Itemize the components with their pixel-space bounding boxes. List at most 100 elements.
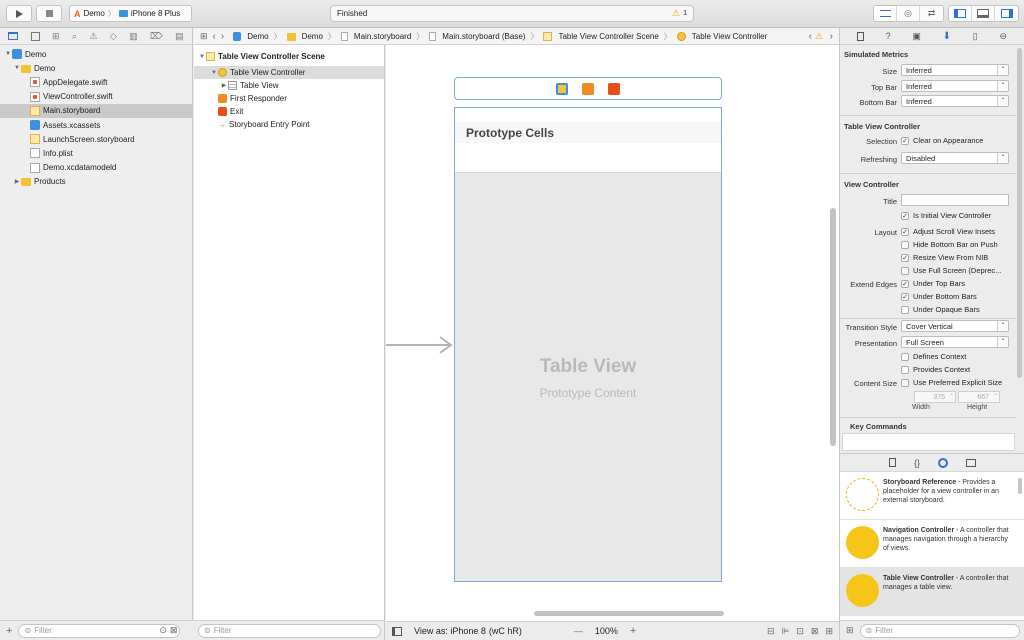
width-field[interactable]: 375	[914, 391, 956, 403]
zoom-in-button[interactable]: +	[630, 625, 636, 637]
warning-icon[interactable]: ⚠	[815, 31, 823, 42]
previous-issue-button[interactable]: ‹	[809, 31, 812, 42]
library-item[interactable]: Navigation Controller - A controller tha…	[840, 520, 1024, 568]
title-field[interactable]	[901, 194, 1009, 206]
align-icon[interactable]: ⊫	[782, 626, 790, 637]
debug-icon[interactable]: ▥	[129, 31, 138, 42]
jump-item-file[interactable]: Main.storyboard	[340, 31, 411, 41]
jump-item-localization[interactable]: Main.storyboard (Base)	[429, 31, 525, 41]
source-control-icon[interactable]	[30, 31, 40, 41]
presentation-popup[interactable]: Full Screen	[901, 336, 1009, 348]
transition-style-popup[interactable]: Cover Vertical	[901, 320, 1009, 332]
grid-view-icon[interactable]: ⊞	[846, 625, 854, 636]
library-filter-field[interactable]: ⊜ Filter	[859, 623, 1020, 638]
under-opaque-bars-checkbox[interactable]: Under Opaque Bars	[901, 305, 980, 314]
jump-item-group[interactable]: Demo	[286, 32, 323, 41]
navigator-filter-field[interactable]: ⊜ Filter ⊙ ⊠	[18, 623, 181, 638]
clear-on-appearance-checkbox[interactable]: ✓ Clear on Appearance	[901, 136, 983, 145]
connections-inspector-icon[interactable]: ⊖	[1000, 31, 1008, 42]
navigator-item[interactable]: LaunchScreen.storyboard	[0, 132, 192, 146]
prototype-cell[interactable]	[455, 143, 721, 173]
navigator-toggle-button[interactable]	[949, 6, 972, 21]
disclosure-icon[interactable]: ▶	[13, 178, 21, 185]
vertical-scrollbar[interactable]	[830, 208, 836, 446]
refreshing-popup[interactable]: Disabled	[901, 152, 1009, 164]
storyboard-canvas[interactable]: Prototype Cells Table View Prototype Con…	[386, 45, 839, 621]
report-icon[interactable]: ▤	[175, 31, 184, 42]
top-bar-popup[interactable]: Inferred	[901, 80, 1009, 92]
related-items-icon[interactable]: ⊞	[200, 31, 208, 42]
navigator-item[interactable]: ▼ Demo	[0, 47, 192, 61]
library-item[interactable]: Table View Controller - A controller tha…	[840, 568, 1024, 616]
navigator-item[interactable]: ▶ Products	[0, 175, 192, 189]
media-library-icon[interactable]	[966, 458, 976, 467]
quick-help-icon[interactable]: ?	[886, 31, 891, 41]
back-button[interactable]: ‹	[213, 31, 216, 42]
jump-item-controller[interactable]: Table View Controller	[676, 31, 767, 41]
navigator-item[interactable]: Assets.xcassets	[0, 118, 192, 132]
breakpoint-icon[interactable]: ⌦	[150, 31, 163, 42]
under-top-bars-checkbox[interactable]: ✓ Under Top Bars	[901, 279, 965, 288]
size-inspector-icon[interactable]: ▯	[973, 31, 978, 42]
defines-context-checkbox[interactable]: Defines Context	[901, 352, 966, 361]
scm-filter-icon[interactable]: ⊠	[170, 625, 178, 636]
navigator-item[interactable]: ▼ Demo	[0, 61, 192, 75]
assistant-editor-button[interactable]: ◎	[897, 6, 920, 21]
library-scrollbar[interactable]	[1018, 478, 1022, 494]
zoom-level[interactable]: 100%	[595, 626, 618, 636]
zoom-out-button[interactable]: —	[574, 626, 583, 636]
jump-item-scene[interactable]: Table View Controller Scene	[543, 31, 659, 41]
disclosure-icon[interactable]: ▼	[4, 51, 12, 57]
view-as-button[interactable]: View as: iPhone 8 (wC hR)	[414, 626, 522, 636]
disclosure-icon[interactable]: ▼	[210, 70, 218, 76]
hierarchy-icon[interactable]: ⊞	[52, 31, 60, 42]
is-initial-checkbox[interactable]: ✓ Is Initial View Controller	[901, 211, 991, 220]
outline-item[interactable]: First Responder	[194, 92, 384, 105]
identity-inspector-icon[interactable]: ▣	[912, 31, 921, 42]
pin-icon[interactable]: ⊡	[796, 626, 804, 637]
height-field[interactable]: 667	[958, 391, 1000, 403]
device-name[interactable]: iPhone 8 Plus	[131, 9, 180, 18]
hide-bottom-bar-checkbox[interactable]: Hide Bottom Bar on Push	[901, 240, 998, 249]
outline-toggle-icon[interactable]	[392, 626, 402, 636]
outline-item[interactable]: ▶ Table View	[194, 79, 384, 92]
navigator-item[interactable]: Demo.xcdatamodeld	[0, 161, 192, 175]
outline-item[interactable]: ▼ Table View Controller	[194, 66, 384, 79]
resizing-icon[interactable]: ⊞	[825, 626, 833, 637]
embed-icon[interactable]: ⊟	[767, 626, 775, 637]
outline-item[interactable]: Exit	[194, 105, 384, 118]
exit-icon[interactable]	[608, 82, 620, 95]
resolve-icon[interactable]: ⊠	[811, 626, 819, 637]
bottom-bar-popup[interactable]: Inferred	[901, 95, 1009, 107]
storyboard-entry-arrow[interactable]	[386, 335, 454, 355]
navigator-item[interactable]: Info.plist	[0, 146, 192, 160]
use-preferred-size-checkbox[interactable]: Use Preferred Explicit Size	[901, 378, 1002, 387]
folder-icon[interactable]	[8, 32, 19, 40]
next-issue-button[interactable]: ›	[830, 31, 833, 42]
standard-editor-button[interactable]	[874, 6, 897, 21]
issue-icon[interactable]: ⚠	[89, 31, 97, 42]
add-icon[interactable]: +	[6, 625, 12, 637]
stop-button[interactable]	[36, 5, 62, 22]
view-controller-icon[interactable]	[556, 82, 568, 95]
code-snippet-icon[interactable]: {}	[914, 458, 920, 468]
file-template-icon[interactable]	[888, 458, 896, 467]
horizontal-scrollbar[interactable]	[534, 611, 724, 616]
outline-filter-field[interactable]: ⊜ Filter	[198, 623, 381, 638]
disclosure-down-icon[interactable]: ▼	[198, 54, 206, 60]
inspector-scrollbar[interactable]	[1017, 48, 1022, 378]
provides-context-checkbox[interactable]: Provides Context	[901, 365, 970, 374]
key-commands-table[interactable]	[842, 433, 1015, 451]
attributes-inspector-icon[interactable]: ⬇	[943, 31, 951, 42]
inspector-toggle-button[interactable]	[995, 6, 1018, 21]
under-bottom-bars-checkbox[interactable]: ✓ Under Bottom Bars	[901, 292, 977, 301]
debug-toggle-button[interactable]	[972, 6, 995, 21]
run-button[interactable]	[6, 5, 32, 22]
jump-item-project[interactable]: Demo	[233, 31, 269, 41]
scheme-selector[interactable]: A Demo 〉 iPhone 8 Plus	[69, 5, 192, 22]
adjust-scroll-checkbox[interactable]: ✓ Adjust Scroll View Insets	[901, 227, 995, 236]
library-item[interactable]: Storyboard Reference - Provides a placeh…	[840, 472, 1024, 520]
version-editor-button[interactable]: ⇄	[920, 6, 943, 21]
test-icon[interactable]: ◇	[110, 31, 117, 42]
forward-button[interactable]: ›	[221, 31, 224, 42]
